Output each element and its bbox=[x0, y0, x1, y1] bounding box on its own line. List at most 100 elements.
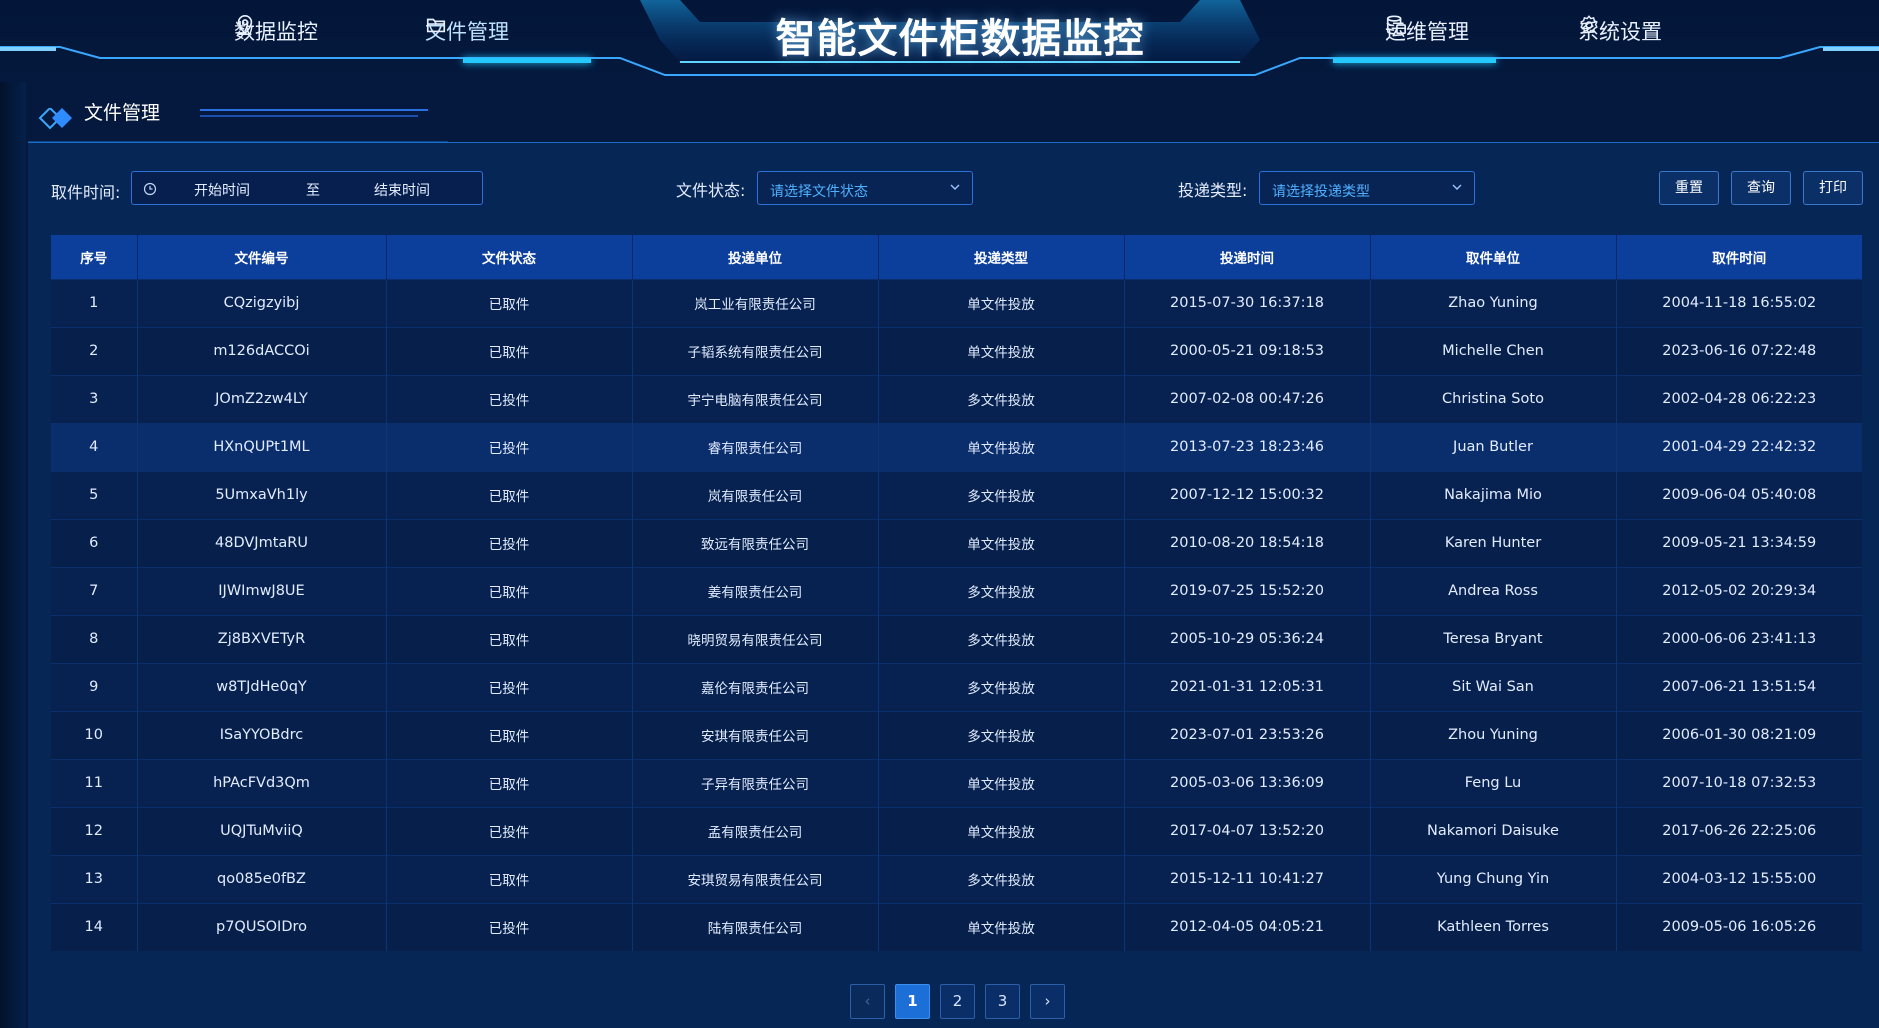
column-header: 文件状态 bbox=[386, 235, 633, 279]
table-cell: Nakajima Mio bbox=[1370, 470, 1617, 519]
table-cell: Andrea Ross bbox=[1370, 566, 1617, 615]
page-button[interactable]: 3 bbox=[985, 984, 1020, 1019]
nav-underline-decoration bbox=[1333, 58, 1496, 63]
table-row[interactable]: 7 IJWImwJ8UE 已取件 姜有限责任公司 多文件投放 2019-07-25 15:… bbox=[51, 566, 1862, 615]
left-edge-strip bbox=[0, 0, 26, 1028]
table-cell: 2006-01-30 08:21:09 bbox=[1616, 710, 1862, 759]
table-cell: p7QUSOIDro bbox=[137, 902, 387, 951]
delivery-type-select[interactable]: 请选择投递类型 bbox=[1259, 171, 1475, 205]
column-header: 投递单位 bbox=[632, 235, 879, 279]
pickup-time-label: 取件时间: bbox=[51, 183, 121, 202]
nav-item-ops-management[interactable]: 运维管理 bbox=[1385, 14, 1469, 48]
table-cell: 14 bbox=[51, 902, 138, 951]
end-time-input[interactable]: 结束时间 bbox=[374, 180, 430, 200]
table-cell: 单文件投放 bbox=[878, 326, 1125, 375]
table-cell: 2009-05-06 16:05:26 bbox=[1616, 902, 1862, 951]
table-cell: Sit Wai San bbox=[1370, 662, 1617, 711]
table-cell: 2001-04-29 22:42:32 bbox=[1616, 422, 1862, 471]
table-cell: 孟有限责任公司 bbox=[632, 806, 879, 855]
table-cell: 多文件投放 bbox=[878, 374, 1125, 423]
table-row[interactable]: 13 qo085e0fBZ 已取件 安琪贸易有限责任公司 多文件投放 2015-12-11… bbox=[51, 854, 1862, 903]
nav-item-file-management[interactable]: 文件管理 bbox=[425, 14, 509, 48]
table-cell: Feng Lu bbox=[1370, 758, 1617, 807]
nav-item-system-settings[interactable]: 系统设置 bbox=[1578, 14, 1662, 48]
page-title: 智能文件柜数据监控 bbox=[775, 16, 1145, 62]
table-row[interactable]: 14 p7QUSOIDro 已投件 陆有限责任公司 单文件投放 2012-04-05 04… bbox=[51, 902, 1862, 951]
table-cell: 2023-06-16 07:22:48 bbox=[1616, 326, 1862, 375]
table-cell: 单文件投放 bbox=[878, 806, 1125, 855]
table-row[interactable]: 11 hPAcFVd3Qm 已取件 子异有限责任公司 单文件投放 2005-03-06 1… bbox=[51, 758, 1862, 807]
table-cell: 已取件 bbox=[386, 758, 633, 807]
table-cell: UQJTuMviiQ bbox=[137, 806, 387, 855]
table-cell: hPAcFVd3Qm bbox=[137, 758, 387, 807]
table-row[interactable]: 3 JOmZ2zw4LY 已投件 宇宁电脑有限责任公司 多文件投放 2007-02-08 … bbox=[51, 374, 1862, 423]
column-header: 取件时间 bbox=[1616, 235, 1862, 279]
page-button[interactable]: 2 bbox=[940, 984, 975, 1019]
table-cell: 2009-05-21 13:34:59 bbox=[1616, 518, 1862, 567]
table-cell: 子韬系统有限责任公司 bbox=[632, 326, 879, 375]
next-page-button[interactable]: › bbox=[1030, 984, 1065, 1019]
table-cell: Zj8BXVETyR bbox=[137, 614, 387, 663]
table-row[interactable]: 12 UQJTuMviiQ 已投件 孟有限责任公司 单文件投放 2017-04-07 13… bbox=[51, 806, 1862, 855]
table-cell: 已取件 bbox=[386, 326, 633, 375]
table-cell: m126dACCOi bbox=[137, 326, 387, 375]
table-cell: 8 bbox=[51, 614, 138, 663]
pickup-time-range-picker[interactable]: 开始时间 至 结束时间 bbox=[131, 171, 483, 205]
table-cell: 致远有限责任公司 bbox=[632, 518, 879, 567]
table-cell: 2023-07-01 23:53:26 bbox=[1124, 710, 1371, 759]
table-cell: 1 bbox=[51, 278, 138, 327]
page-button[interactable]: 1 bbox=[895, 984, 930, 1019]
section-title: 文件管理 bbox=[84, 102, 161, 124]
table-cell: 5 bbox=[51, 470, 138, 519]
table-cell: 已取件 bbox=[386, 614, 633, 663]
table-cell: 已取件 bbox=[386, 470, 633, 519]
table-cell: 2021-01-31 12:05:31 bbox=[1124, 662, 1371, 711]
table-cell: 嘉伦有限责任公司 bbox=[632, 662, 879, 711]
print-button[interactable]: 打印 bbox=[1803, 171, 1863, 205]
table-cell: 已投件 bbox=[386, 422, 633, 471]
table-cell: Teresa Bryant bbox=[1370, 614, 1617, 663]
table-cell: 已投件 bbox=[386, 374, 633, 423]
file-table: 序号 文件编号 文件状态 投递单位 投递类型 投递时间 取件单位 取件时间 1C… bbox=[51, 235, 1862, 951]
table-cell: 7 bbox=[51, 566, 138, 615]
nav-item-data-monitor[interactable]: 数据监控 bbox=[234, 14, 318, 48]
table-cell: 2017-04-07 13:52:20 bbox=[1124, 806, 1371, 855]
file-status-select[interactable]: 请选择文件状态 bbox=[757, 171, 973, 205]
table-cell: Zhou Yuning bbox=[1370, 710, 1617, 759]
table-cell: Christina Soto bbox=[1370, 374, 1617, 423]
table-row[interactable]: 9 w8TJdHe0qY 已投件 嘉伦有限责任公司 多文件投放 2021-01-31 12… bbox=[51, 662, 1862, 711]
table-row[interactable]: 2 m126dACCOi 已取件 子韬系统有限责任公司 单文件投放 2000-05-21 … bbox=[51, 326, 1862, 375]
table-cell: IJWImwJ8UE bbox=[137, 566, 387, 615]
table-row[interactable]: 8 Zj8BXVETyR 已取件 晓明贸易有限责任公司 多文件投放 2005-10-29 … bbox=[51, 614, 1862, 663]
table-cell: Karen Hunter bbox=[1370, 518, 1617, 567]
table-cell: 5UmxaVh1ly bbox=[137, 470, 387, 519]
table-row[interactable]: 6 48DVJmtaRU 已投件 致远有限责任公司 单文件投放 2010-08-20 18… bbox=[51, 518, 1862, 567]
table-cell: 2015-12-11 10:41:27 bbox=[1124, 854, 1371, 903]
chevron-down-icon bbox=[950, 184, 960, 190]
table-cell: Yung Chung Yin bbox=[1370, 854, 1617, 903]
table-cell: 已取件 bbox=[386, 710, 633, 759]
table-cell: 12 bbox=[51, 806, 138, 855]
gear-icon bbox=[1580, 15, 1598, 34]
prev-page-button[interactable]: ‹ bbox=[850, 984, 885, 1019]
table-cell: 多文件投放 bbox=[878, 470, 1125, 519]
table-cell: 多文件投放 bbox=[878, 662, 1125, 711]
table-cell: Michelle Chen bbox=[1370, 326, 1617, 375]
range-separator: 至 bbox=[306, 183, 320, 199]
database-icon bbox=[1386, 15, 1406, 35]
table-cell: Juan Butler bbox=[1370, 422, 1617, 471]
table-cell: 11 bbox=[51, 758, 138, 807]
table-cell: 10 bbox=[51, 710, 138, 759]
table-row[interactable]: 1 CQzigzyibj 已取件 岚工业有限责任公司 单文件投放 2015-07-30 1… bbox=[51, 278, 1862, 327]
table-cell: 已投件 bbox=[386, 518, 633, 567]
start-time-input[interactable]: 开始时间 bbox=[194, 180, 250, 200]
table-row[interactable]: 5 5UmxaVh1ly 已取件 岚有限责任公司 多文件投放 2007-12-12 15:… bbox=[51, 470, 1862, 519]
table-cell: 姜有限责任公司 bbox=[632, 566, 879, 615]
query-button[interactable]: 查询 bbox=[1731, 171, 1791, 205]
table-row[interactable]: 4 HXnQUPt1ML 已投件 睿有限责任公司 单文件投放 2013-07-23 18:… bbox=[51, 422, 1862, 471]
table-cell: 陆有限责任公司 bbox=[632, 902, 879, 951]
table-row[interactable]: 10 ISaYYOBdrc 已取件 安琪有限责任公司 多文件投放 2023-07-01 2… bbox=[51, 710, 1862, 759]
table-cell: qo085e0fBZ bbox=[137, 854, 387, 903]
reset-button[interactable]: 重置 bbox=[1659, 171, 1719, 205]
table-cell: 2007-06-21 13:51:54 bbox=[1616, 662, 1862, 711]
